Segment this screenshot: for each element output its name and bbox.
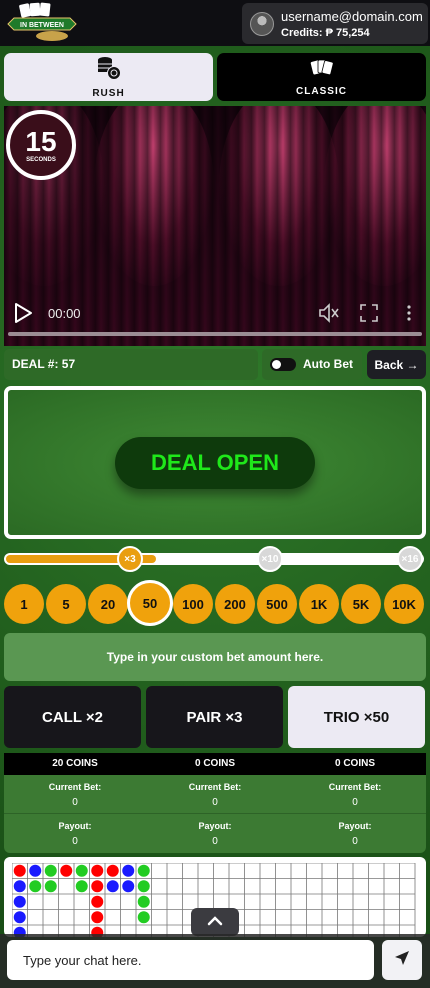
fullscreen-icon[interactable] <box>360 304 378 322</box>
pair-bet-button[interactable]: PAIR ×3 <box>146 686 283 748</box>
in-between-logo: IN BETWEEN <box>6 2 78 44</box>
chat-input[interactable] <box>7 940 374 980</box>
deal-number: DEAL #: 57 <box>12 357 76 371</box>
chip-200[interactable]: 200 <box>215 584 255 624</box>
cards-icon <box>310 58 334 83</box>
road-dot <box>122 864 135 877</box>
send-icon <box>394 950 410 971</box>
road-dot <box>13 895 26 908</box>
chip-20[interactable]: 20 <box>88 584 128 624</box>
play-icon[interactable] <box>12 302 34 324</box>
payout-value: 0 <box>72 836 78 847</box>
chip-1k[interactable]: 1K <box>299 584 339 624</box>
chevron-up-icon <box>207 913 223 931</box>
chip-10k[interactable]: 10K <box>384 584 424 624</box>
road-dot <box>44 880 57 893</box>
road-dot <box>137 880 150 893</box>
payout-label: Payout: <box>58 821 92 831</box>
road-dot <box>60 864 73 877</box>
avatar[interactable] <box>250 12 274 36</box>
payout-label: Payout: <box>198 821 232 831</box>
tab-rush-label: RUSH <box>92 87 125 99</box>
road-dot <box>13 880 26 893</box>
scroll-up-button[interactable] <box>191 908 239 936</box>
chip-100[interactable]: 100 <box>173 584 213 624</box>
countdown-timer: 15 SECONDS <box>6 110 76 180</box>
chip-50[interactable]: 50 <box>127 580 173 626</box>
chip-5k[interactable]: 5K <box>341 584 381 624</box>
timer-value: 15 <box>25 125 57 157</box>
road-dot <box>29 864 42 877</box>
divider <box>4 813 426 814</box>
username-label: username@domain.com <box>281 9 423 24</box>
svg-text:IN BETWEEN: IN BETWEEN <box>20 22 64 29</box>
custom-bet-input[interactable]: Type in your custom bet amount here. <box>4 633 426 681</box>
road-dot <box>44 864 57 877</box>
video-progress-bar[interactable] <box>8 332 422 336</box>
current-bet-label: Current Bet: <box>188 782 242 792</box>
trio-bet-button[interactable]: TRIO ×50 <box>288 686 425 748</box>
mute-icon[interactable] <box>318 303 340 323</box>
current-bet-label: Current Bet: <box>328 782 382 792</box>
road-dot <box>91 911 104 924</box>
tab-classic[interactable]: CLASSIC <box>217 53 426 101</box>
road-dot <box>13 911 26 924</box>
coin-stack-icon <box>96 56 122 85</box>
road-dot <box>29 880 42 893</box>
chip-1[interactable]: 1 <box>4 584 44 624</box>
call-bet-button[interactable]: CALL ×2 <box>4 686 141 748</box>
road-dot <box>91 895 104 908</box>
back-button[interactable]: Back → <box>367 350 426 379</box>
road-dot <box>75 880 88 893</box>
road-dot <box>75 864 88 877</box>
road-dot <box>137 911 150 924</box>
road-dot <box>106 880 119 893</box>
tab-classic-label: CLASSIC <box>296 85 347 97</box>
payout-label: Payout: <box>338 821 372 831</box>
video-time: 00:00 <box>48 306 81 321</box>
payout-value: 0 <box>212 836 218 847</box>
send-button[interactable] <box>382 940 422 980</box>
chip-500[interactable]: 500 <box>257 584 297 624</box>
credits-label: Credits: ₱ 75,254 <box>281 27 370 39</box>
road-dot <box>137 864 150 877</box>
road-dot <box>91 880 104 893</box>
deal-status: DEAL OPEN <box>115 437 315 489</box>
pair-coins: 0 COINS <box>194 758 235 769</box>
multiplier-node-x10[interactable]: ×10 <box>257 546 283 572</box>
road-dot <box>91 864 104 877</box>
current-bet-label: Current Bet: <box>48 782 102 792</box>
current-bet-value: 0 <box>212 797 218 808</box>
multiplier-node-x16[interactable]: ×16 <box>397 546 423 572</box>
chip-5[interactable]: 5 <box>46 584 86 624</box>
road-dot <box>122 880 135 893</box>
auto-bet-label: Auto Bet <box>303 357 353 371</box>
road-dot <box>137 895 150 908</box>
call-coins: 20 COINS <box>52 758 98 769</box>
tab-rush[interactable]: RUSH <box>4 53 213 101</box>
more-options-icon[interactable] <box>404 303 414 323</box>
current-bet-value: 0 <box>352 797 358 808</box>
timer-unit: SECONDS <box>26 156 56 163</box>
trio-coins: 0 COINS <box>334 758 375 769</box>
road-dot <box>106 864 119 877</box>
road-dot <box>13 864 26 877</box>
multiplier-node-x3[interactable]: ×3 <box>117 546 143 572</box>
toggle-knob <box>272 360 281 369</box>
payout-value: 0 <box>352 836 358 847</box>
current-bet-value: 0 <box>72 797 78 808</box>
